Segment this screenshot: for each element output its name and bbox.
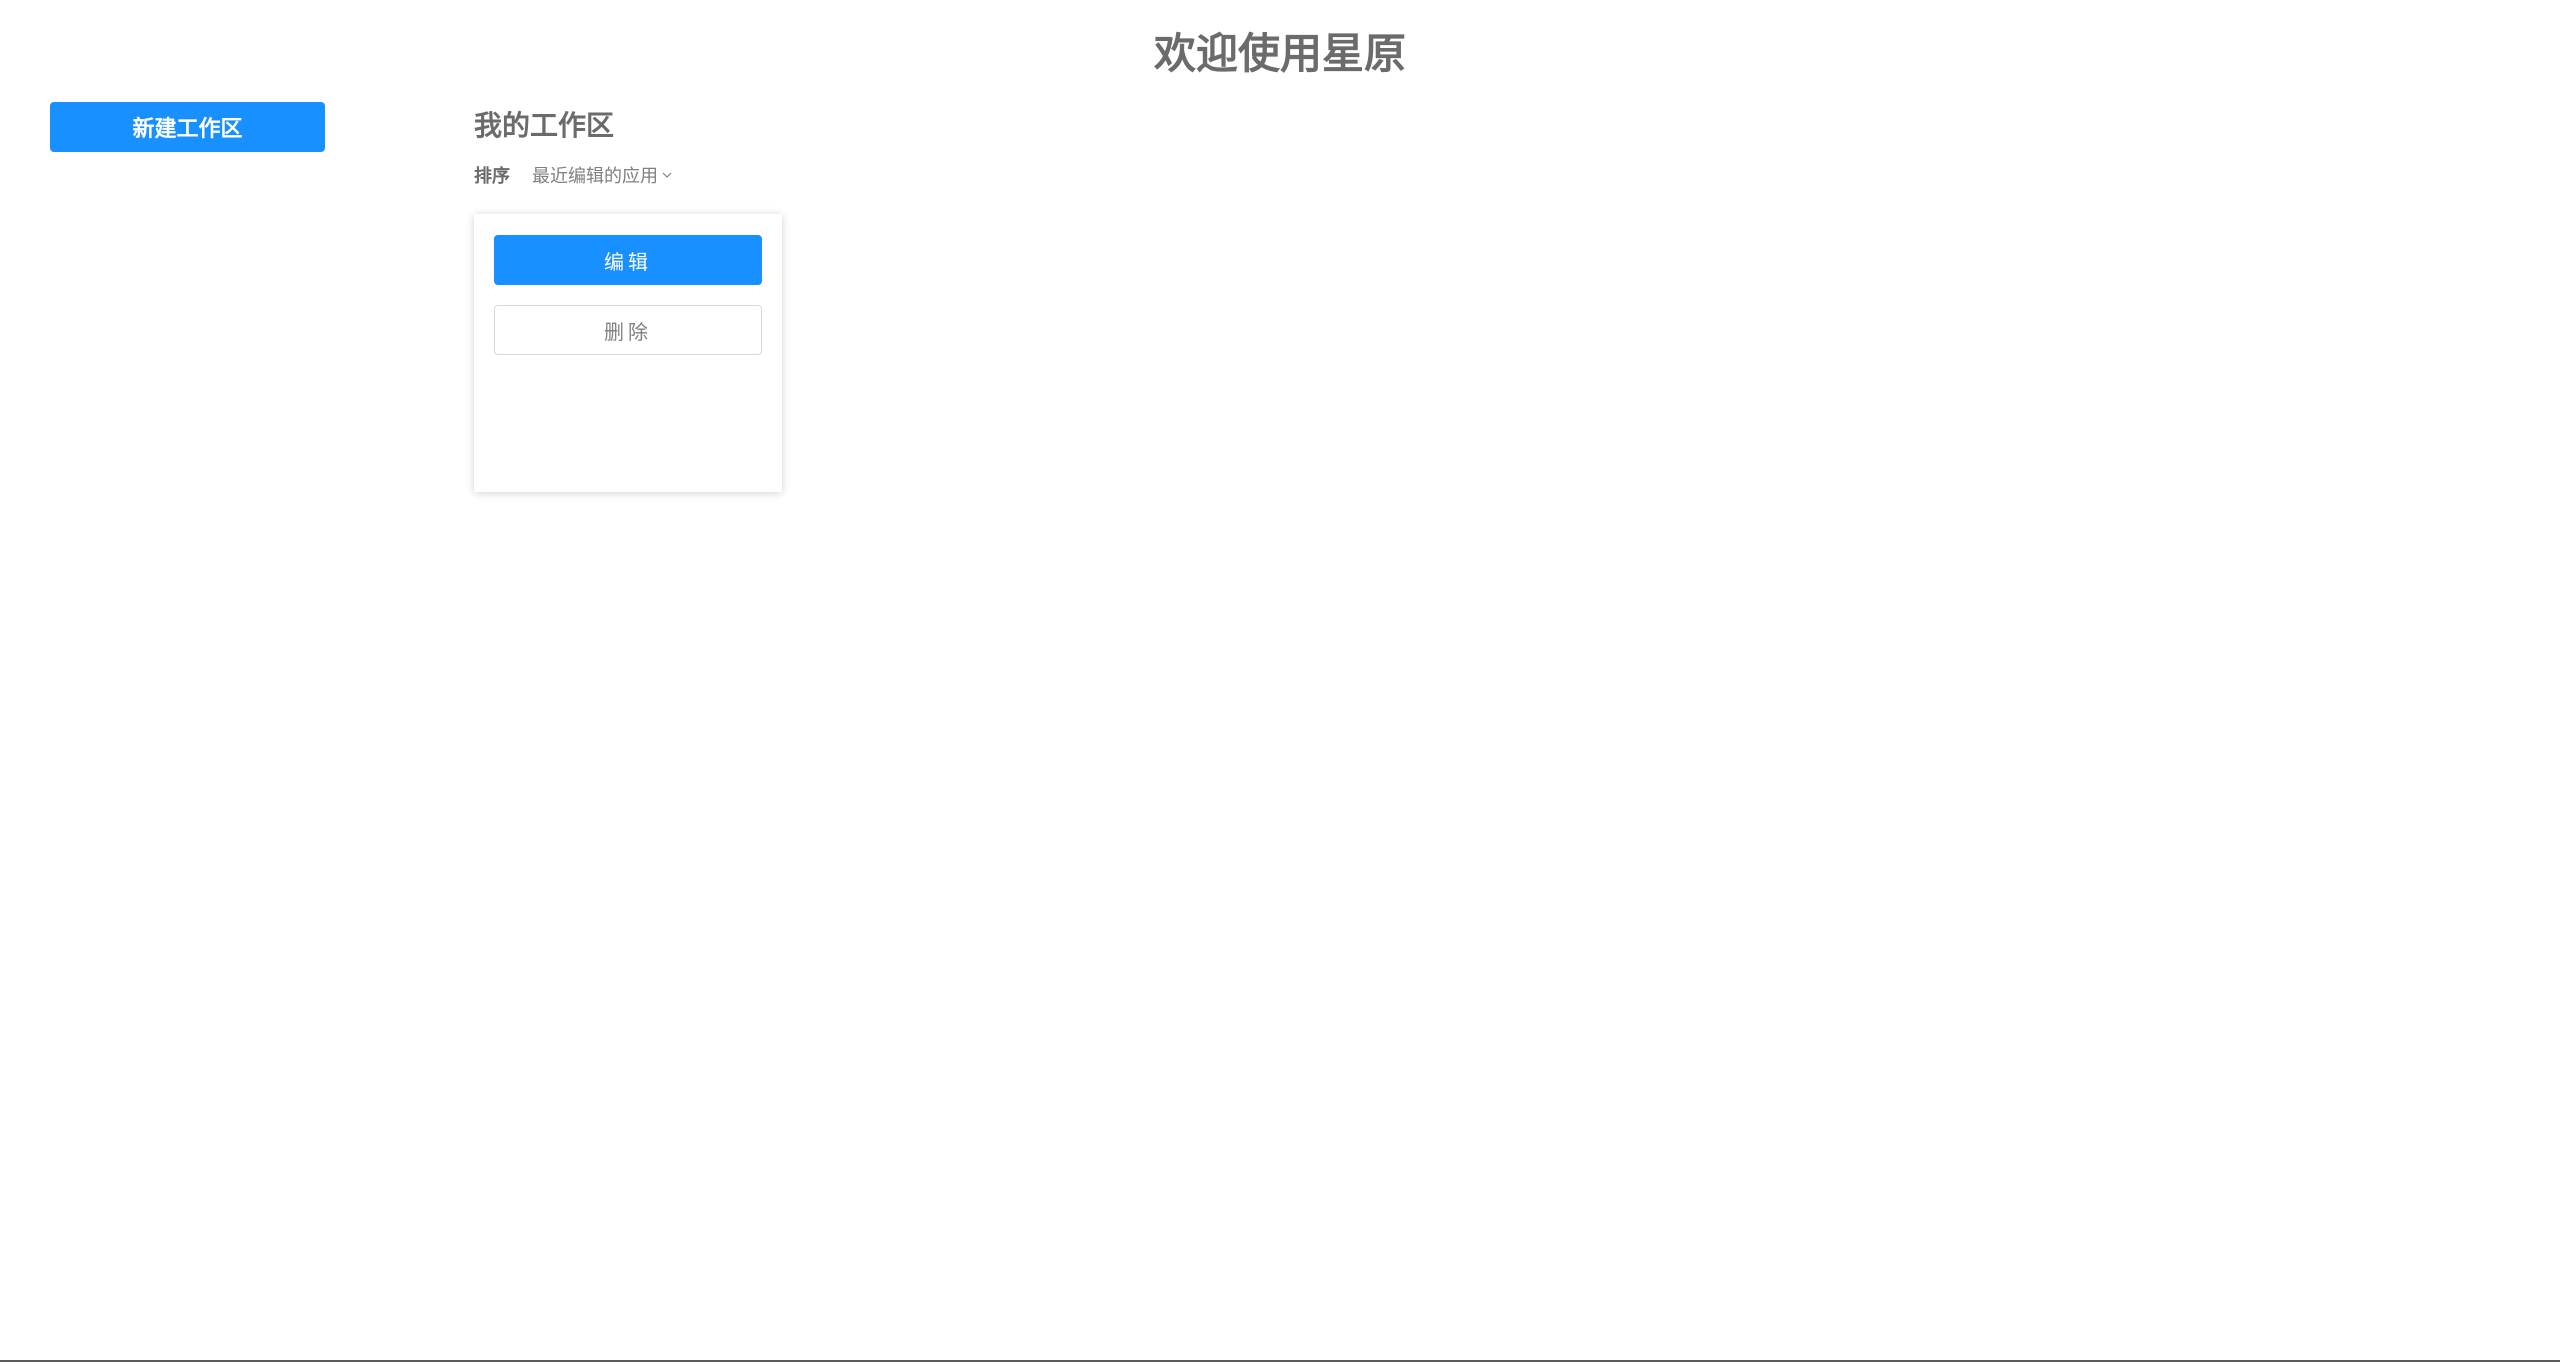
new-workspace-button[interactable]: 新建工作区 — [50, 102, 325, 152]
section-title: 我的工作区 — [474, 109, 615, 142]
workspace-card: 编辑 删除 — [474, 214, 782, 492]
page-title: 欢迎使用星原 — [1153, 29, 1406, 78]
chevron-down-icon — [662, 172, 672, 178]
sort-dropdown[interactable]: 最近编辑的应用 — [532, 162, 672, 188]
sort-row: 排序 最近编辑的应用 — [474, 160, 672, 190]
delete-button[interactable]: 删除 — [494, 305, 762, 355]
edit-button[interactable]: 编辑 — [494, 235, 762, 285]
sort-selected-value: 最近编辑的应用 — [532, 166, 658, 187]
sort-label: 排序 — [474, 166, 510, 187]
